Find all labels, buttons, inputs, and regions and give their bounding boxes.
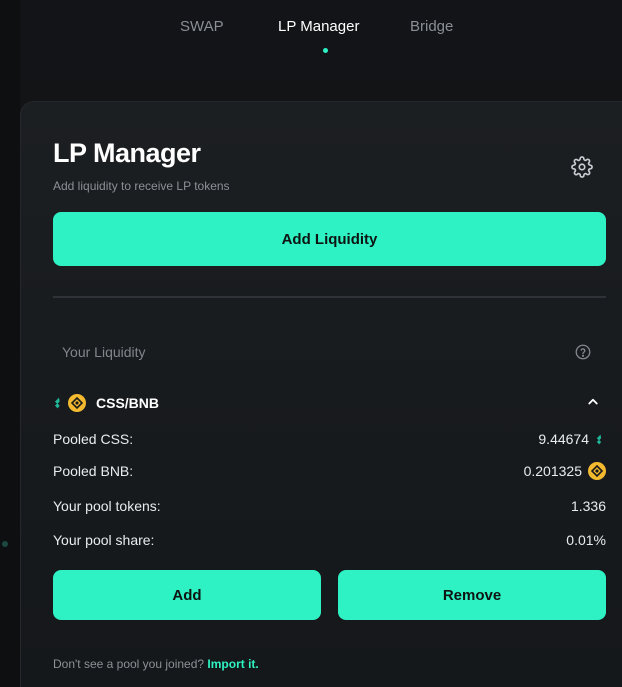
help-icon[interactable] — [574, 343, 592, 361]
active-tab-indicator — [323, 48, 328, 53]
pooled-bnb-label: Pooled BNB: — [53, 463, 134, 479]
pool-tokens-value: 1.336 — [570, 498, 606, 514]
chevron-up-icon[interactable] — [584, 393, 602, 411]
bnb-token-icon — [588, 462, 606, 480]
page-subtitle: Add liquidity to receive LP tokens — [53, 179, 230, 193]
tab-bridge[interactable]: Bridge — [410, 18, 453, 35]
top-nav: SWAP LP Manager Bridge — [0, 18, 622, 58]
css-token-icon — [55, 397, 60, 409]
lp-manager-card: LP Manager Add liquidity to receive LP t… — [20, 101, 622, 687]
pool-tokens-label: Your pool tokens: — [53, 498, 161, 514]
pool-share-row: Your pool share: 0.01% — [53, 530, 606, 550]
bnb-token-icon — [68, 394, 86, 412]
pool-share-label: Your pool share: — [53, 532, 155, 548]
left-edge-panel — [0, 0, 20, 687]
css-token-icon — [596, 434, 602, 444]
import-pool-hint: Don't see a pool you joined? Import it. — [53, 657, 259, 671]
your-liquidity-label: Your Liquidity — [62, 344, 146, 360]
add-liquidity-button[interactable]: Add Liquidity — [53, 212, 606, 266]
pooled-bnb-value: 0.201325 — [523, 463, 582, 479]
footer-text: Don't see a pool you joined? — [53, 657, 205, 671]
page-title: LP Manager — [53, 138, 201, 168]
pool-tokens-row: Your pool tokens: 1.336 — [53, 496, 606, 516]
pooled-css-value: 9.44674 — [538, 431, 589, 447]
edge-indicator — [2, 541, 8, 547]
pooled-bnb-row: Pooled BNB: 0.201325 — [53, 461, 606, 481]
page: SWAP LP Manager Bridge LP Manager Add li… — [0, 0, 622, 687]
import-pool-link[interactable]: Import it. — [207, 657, 258, 671]
gear-icon[interactable] — [571, 156, 593, 178]
remove-button[interactable]: Remove — [338, 570, 606, 620]
pool-share-value: 0.01% — [566, 532, 606, 548]
pooled-css-row: Pooled CSS: 9.44674 — [53, 429, 606, 449]
tab-lp-manager[interactable]: LP Manager — [278, 18, 359, 35]
pooled-css-label: Pooled CSS: — [53, 431, 134, 447]
add-button[interactable]: Add — [53, 570, 321, 620]
pair-name: CSS/BNB — [96, 395, 160, 411]
divider — [53, 296, 606, 298]
pair-header[interactable]: CSS/BNB — [53, 392, 159, 414]
tab-swap[interactable]: SWAP — [180, 18, 224, 35]
